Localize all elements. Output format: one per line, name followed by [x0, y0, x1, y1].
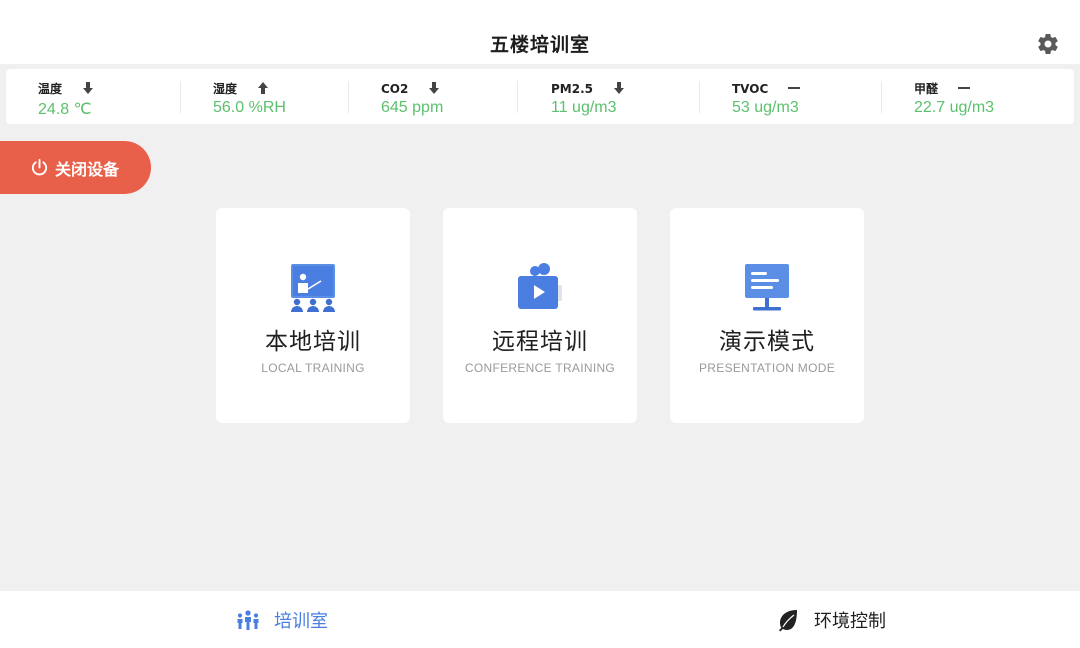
nav-label: 环境控制	[814, 610, 886, 632]
arrow-down-icon	[83, 82, 94, 94]
mode-card-presentation-mode[interactable]: 演示模式 PRESENTATION MODE	[670, 208, 864, 423]
people-icon	[237, 609, 259, 630]
divider	[881, 81, 882, 113]
dash-icon	[788, 87, 801, 89]
nav-tab-environment-control[interactable]: 环境控制	[776, 591, 886, 648]
power-off-button[interactable]: 关闭设备	[0, 141, 151, 194]
leaf-icon	[779, 609, 797, 631]
divider	[348, 81, 349, 113]
arrow-down-icon	[429, 82, 440, 94]
nav-label: 培训室	[274, 610, 328, 632]
divider	[180, 81, 181, 113]
sensor-value: 56.0 %RH	[213, 99, 286, 116]
arrow-down-icon	[614, 82, 625, 94]
sensor-label: TVOC	[732, 82, 769, 96]
dash-icon	[958, 87, 971, 89]
sensor-value: 11 ug/m3	[551, 99, 617, 116]
sensor-label: 湿度	[213, 82, 238, 96]
divider	[699, 81, 700, 113]
sensor-temperature: 温度 24.8 ℃	[38, 78, 95, 118]
sensor-pm25: PM2.5 11 ug/m3	[551, 78, 626, 118]
video-camera-icon	[518, 263, 562, 309]
mode-title: 本地培训	[265, 329, 361, 355]
sensor-co2: CO2 645 ppm	[381, 78, 443, 118]
arrow-up-icon	[258, 82, 269, 94]
nav-tab-training-room[interactable]: 培训室	[236, 591, 328, 648]
power-icon	[31, 158, 48, 176]
mode-title: 演示模式	[719, 329, 815, 355]
sensor-formaldehyde: 甲醛 22.7 ug/m3	[914, 78, 994, 118]
sensor-value: 22.7 ug/m3	[914, 99, 995, 116]
bottom-nav: 培训室 环境控制	[0, 591, 1080, 648]
mode-subtitle: LOCAL TRAINING	[261, 361, 365, 375]
mode-card-local-training[interactable]: 本地培训 LOCAL TRAINING	[216, 208, 410, 423]
mode-card-conference-training[interactable]: 远程培训 CONFERENCE TRAINING	[443, 208, 637, 423]
mode-subtitle: PRESENTATION MODE	[699, 361, 835, 375]
sensor-tvoc: TVOC 53 ug/m3	[732, 78, 801, 118]
classroom-icon	[291, 264, 335, 312]
gear-icon	[1038, 34, 1058, 55]
sensor-value: 24.8 ℃	[38, 101, 92, 118]
mode-title: 远程培训	[492, 329, 588, 355]
divider	[517, 81, 518, 113]
header: 五楼培训室	[0, 0, 1080, 64]
sensor-value: 53 ug/m3	[732, 99, 799, 116]
settings-button[interactable]	[1036, 32, 1060, 56]
power-off-label: 关闭设备	[55, 159, 120, 179]
sensor-label: 温度	[38, 82, 63, 96]
mode-subtitle: CONFERENCE TRAINING	[464, 361, 616, 375]
sensor-bar: 温度 24.8 ℃ 湿度 56.0 %RH CO2 645 ppm PM2.5 …	[6, 69, 1074, 124]
sensor-label: CO2	[381, 82, 409, 96]
sensor-value: 645 ppm	[381, 99, 444, 116]
sensor-humidity: 湿度 56.0 %RH	[213, 78, 286, 118]
sensor-label: PM2.5	[551, 82, 593, 96]
monitor-icon	[745, 264, 789, 311]
sensor-label: 甲醛	[914, 82, 939, 96]
page-title: 五楼培训室	[489, 34, 590, 56]
